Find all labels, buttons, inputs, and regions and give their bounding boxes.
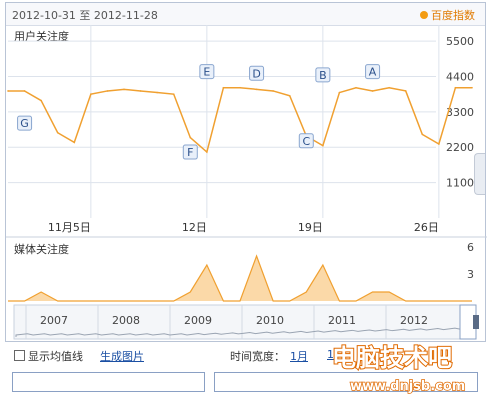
annotation-f: F: [182, 144, 198, 160]
annotation-label: D: [252, 67, 260, 80]
data-point: [272, 90, 274, 92]
data-point: [471, 86, 473, 89]
data-point: [222, 86, 225, 89]
side-collapse-tab[interactable]: [474, 153, 485, 195]
compare-input-left[interactable]: [12, 372, 205, 392]
media-y-tick-label: 3: [467, 268, 474, 281]
timeline-handle-grip: [473, 315, 479, 329]
time-width-next-link[interactable]: 1: [327, 348, 334, 361]
chart-frame: 2012-10-31 至 2012-11-28 百度指数 用户关注度 媒体关注度…: [5, 2, 487, 342]
annotation-label: C: [302, 135, 310, 148]
annotation-a: A: [365, 64, 381, 80]
timeline-year-label: 2010: [256, 314, 284, 327]
y-tick-label: 1100: [446, 177, 474, 190]
data-point: [73, 141, 76, 144]
x-tick-label: 19日: [298, 221, 323, 234]
data-point: [322, 144, 324, 147]
x-tick-label: 26日: [414, 221, 439, 234]
data-point: [156, 91, 158, 94]
generate-image-link[interactable]: 生成图片: [100, 348, 144, 364]
data-point: [404, 90, 407, 92]
timeline-year-label: 2011: [328, 314, 356, 327]
y-tick-label: 4400: [446, 70, 474, 83]
annotation-e: E: [199, 64, 215, 80]
data-point: [189, 136, 192, 139]
chart-svg: 1100220033004400550011月5日 12日 19日 26日GFE DCB…: [6, 25, 487, 340]
user-attention-series-line: [8, 86, 472, 154]
annotation-g: G: [17, 115, 33, 131]
annotation-label: F: [187, 146, 193, 159]
time-width-1month-link[interactable]: 1月: [290, 348, 308, 364]
data-point: [40, 99, 42, 102]
show-average-label: 显示均值线: [28, 350, 83, 363]
compare-input-right[interactable]: [214, 372, 478, 392]
show-average-checkbox[interactable]: [14, 350, 25, 361]
x-tick-label: 12日: [182, 221, 207, 234]
data-point: [388, 86, 390, 89]
time-width-label: 时间宽度：: [230, 350, 285, 363]
timeline-year-label: 2009: [184, 314, 212, 327]
data-point: [371, 90, 374, 92]
data-point: [23, 90, 26, 92]
media-attention-line: [8, 254, 472, 302]
data-point: [288, 94, 291, 97]
timeline-year-label: 2007: [40, 314, 68, 327]
data-point: [239, 86, 241, 89]
control-bar: 显示均值线 生成图片 时间宽度： 1月 1: [0, 344, 491, 400]
data-point: [454, 86, 457, 89]
media-y-tick-label: 6: [467, 241, 474, 254]
data-point: [123, 88, 125, 91]
annotation-label: E: [203, 66, 210, 79]
y-tick-label: 5500: [446, 35, 474, 48]
data-point: [172, 93, 175, 95]
timeline-year-label: 2012: [400, 314, 428, 327]
data-point: [106, 90, 109, 92]
data-point: [90, 93, 92, 95]
data-point: [139, 90, 142, 92]
data-point: [56, 131, 59, 134]
annotation-b: B: [315, 67, 331, 83]
annotation-d: D: [249, 65, 265, 81]
data-point: [355, 86, 357, 89]
media-attention-area: [8, 256, 472, 301]
data-point: [206, 151, 208, 153]
data-point: [7, 90, 9, 92]
data-point: [255, 88, 258, 91]
annotation-label: A: [369, 66, 377, 79]
data-point: [421, 133, 424, 136]
annotation-label: G: [20, 117, 29, 130]
data-point: [338, 91, 341, 94]
x-tick-label: 11月5日: [48, 221, 91, 234]
data-point: [438, 143, 440, 145]
annotation-label: B: [319, 69, 327, 82]
y-tick-label: 2200: [446, 141, 474, 154]
annotation-c: C: [298, 133, 314, 149]
timeline-year-label: 2008: [112, 314, 140, 327]
